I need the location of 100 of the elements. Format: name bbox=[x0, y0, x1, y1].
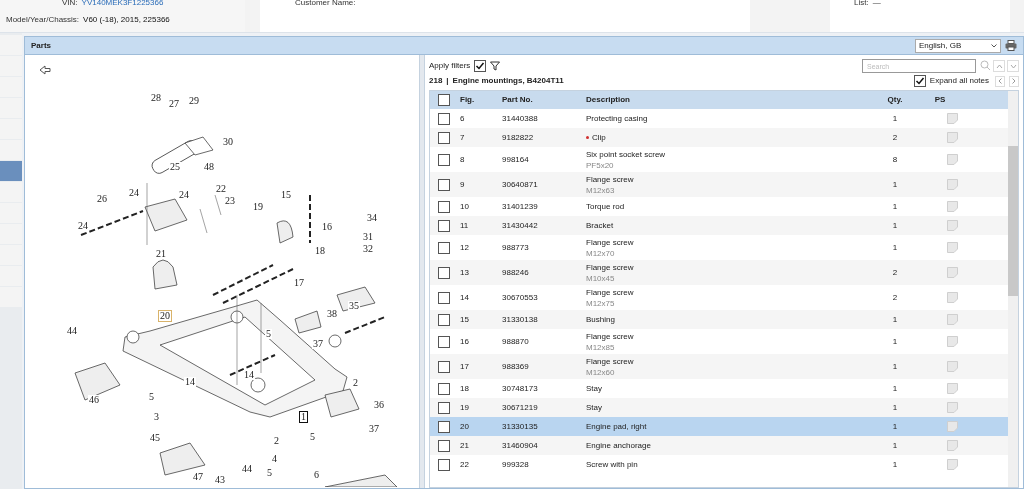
callout-number: 29 bbox=[188, 96, 200, 106]
note-icon[interactable] bbox=[947, 179, 958, 190]
row-checkbox[interactable] bbox=[438, 266, 450, 279]
sidebar-item[interactable] bbox=[0, 161, 22, 181]
table-cell-text: 998164 bbox=[502, 153, 530, 166]
table-row[interactable]: 17 988369 Flange screw M12x60 1 bbox=[430, 354, 1008, 379]
callout-number: 24 bbox=[128, 188, 140, 198]
note-icon[interactable] bbox=[947, 267, 958, 278]
note-icon[interactable] bbox=[947, 201, 958, 212]
note-icon[interactable] bbox=[947, 336, 958, 347]
expand-notes-checkbox[interactable] bbox=[913, 75, 926, 87]
search-icon[interactable] bbox=[980, 60, 991, 71]
column-header[interactable]: PS bbox=[920, 94, 960, 106]
table-cell: Stay bbox=[586, 383, 602, 394]
filter-icon[interactable] bbox=[490, 61, 501, 71]
row-checkbox[interactable] bbox=[438, 360, 450, 373]
group-separator: | bbox=[446, 75, 449, 87]
column-header[interactable]: Part No. bbox=[502, 94, 586, 106]
callout-number: 34 bbox=[366, 213, 378, 223]
note-icon[interactable] bbox=[947, 220, 958, 231]
row-checkbox[interactable] bbox=[438, 241, 450, 254]
table-row[interactable]: 9 30640871 Flange screw M12x63 1 bbox=[430, 172, 1008, 197]
list-value: — bbox=[872, 0, 881, 9]
callout-number: 43 bbox=[214, 475, 226, 485]
callout-number: 35 bbox=[348, 301, 360, 311]
callout-number: 18 bbox=[314, 246, 326, 256]
column-header[interactable]: Description bbox=[586, 94, 870, 106]
table-row[interactable]: 11 31430442 Bracket 1 bbox=[430, 216, 1008, 235]
table-cell-text: 1 bbox=[891, 200, 899, 213]
table-cell-text: 30748173 bbox=[502, 382, 539, 395]
note-icon[interactable] bbox=[947, 421, 958, 432]
row-checkbox[interactable] bbox=[438, 439, 450, 452]
group-title: Engine mountings, B4204T11 bbox=[452, 75, 564, 87]
note-icon[interactable] bbox=[947, 154, 958, 165]
table-row[interactable]: 7 9182822 Clip 2 bbox=[430, 128, 1008, 147]
note-icon[interactable] bbox=[947, 459, 958, 470]
note-icon[interactable] bbox=[947, 132, 958, 143]
row-checkbox[interactable] bbox=[438, 458, 450, 471]
splitter[interactable] bbox=[419, 55, 425, 488]
row-checkbox[interactable] bbox=[438, 200, 450, 213]
list-label: List: bbox=[854, 0, 869, 9]
row-checkbox[interactable] bbox=[438, 112, 450, 125]
previous-note-button[interactable] bbox=[995, 75, 1005, 87]
table-cell-text: 1 bbox=[891, 360, 899, 373]
table-cell-text: 6 bbox=[460, 112, 466, 125]
callout-number: 24 bbox=[178, 190, 190, 200]
note-icon[interactable] bbox=[947, 361, 958, 372]
next-match-button[interactable] bbox=[1007, 60, 1019, 72]
table-cell-text: 988870 bbox=[502, 335, 530, 348]
table-cell-text: 31440388 bbox=[502, 112, 539, 125]
part-note: M10x45 bbox=[586, 272, 616, 284]
table-row[interactable]: 13 988246 Flange screw M10x45 2 bbox=[430, 260, 1008, 285]
model-label: Model/Year/Chassis: bbox=[6, 14, 80, 26]
note-icon[interactable] bbox=[947, 113, 958, 124]
apply-filters-checkbox[interactable] bbox=[474, 60, 487, 72]
note-icon[interactable] bbox=[947, 292, 958, 303]
row-checkbox[interactable] bbox=[438, 382, 450, 395]
table-row[interactable]: 15 31330138 Bushing 1 bbox=[430, 310, 1008, 329]
note-icon[interactable] bbox=[947, 440, 958, 451]
callout-number: 2 bbox=[273, 436, 280, 446]
row-checkbox[interactable] bbox=[438, 153, 450, 166]
callout-number: 2 bbox=[352, 378, 359, 388]
table-row[interactable]: 19 30671219 Stay 1 bbox=[430, 398, 1008, 417]
row-checkbox[interactable] bbox=[438, 291, 450, 304]
row-checkbox[interactable] bbox=[438, 335, 450, 348]
select-all-checkbox[interactable] bbox=[438, 94, 450, 106]
column-header[interactable]: Fig. bbox=[460, 94, 502, 106]
row-checkbox[interactable] bbox=[438, 131, 450, 144]
callout-number: 5 bbox=[266, 468, 273, 478]
language-select[interactable]: English, GB bbox=[915, 38, 1001, 53]
sidebar-item[interactable] bbox=[0, 182, 22, 202]
row-checkbox[interactable] bbox=[438, 178, 450, 191]
callout-number: 24 bbox=[77, 221, 89, 231]
note-icon[interactable] bbox=[947, 242, 958, 253]
printer-icon[interactable] bbox=[1005, 40, 1017, 51]
note-icon[interactable] bbox=[947, 383, 958, 394]
table-cell-text: 31401239 bbox=[502, 200, 539, 213]
vin-link[interactable]: YV140MEK3F1225366 bbox=[81, 0, 164, 9]
row-checkbox[interactable] bbox=[438, 420, 450, 433]
callout-number: 44 bbox=[66, 326, 78, 336]
scrollbar[interactable] bbox=[1008, 91, 1018, 487]
note-icon[interactable] bbox=[947, 314, 958, 325]
callout-number: 47 bbox=[192, 472, 204, 482]
row-checkbox[interactable] bbox=[438, 313, 450, 326]
column-header[interactable]: Qty. bbox=[870, 94, 920, 106]
row-checkbox[interactable] bbox=[438, 401, 450, 414]
note-icon[interactable] bbox=[947, 402, 958, 413]
callout-number: 16 bbox=[321, 222, 333, 232]
customer-label: Customer Name: bbox=[295, 0, 356, 7]
previous-match-button[interactable] bbox=[993, 60, 1005, 72]
next-note-button[interactable] bbox=[1009, 75, 1019, 87]
scrollbar-thumb[interactable] bbox=[1008, 146, 1018, 296]
back-arrow-icon[interactable] bbox=[39, 65, 51, 75]
table-cell-text: 30670553 bbox=[502, 291, 539, 304]
table-cell-text: 31330135 bbox=[502, 420, 539, 433]
chevron-up-icon bbox=[995, 63, 1003, 69]
row-checkbox[interactable] bbox=[438, 219, 450, 232]
sidebar-item[interactable] bbox=[0, 140, 22, 160]
table-row[interactable]: 21 31460904 Engine anchorage 1 bbox=[430, 436, 1008, 455]
table-row[interactable]: 20 31330135 Engine pad, right 1 bbox=[430, 417, 1008, 436]
